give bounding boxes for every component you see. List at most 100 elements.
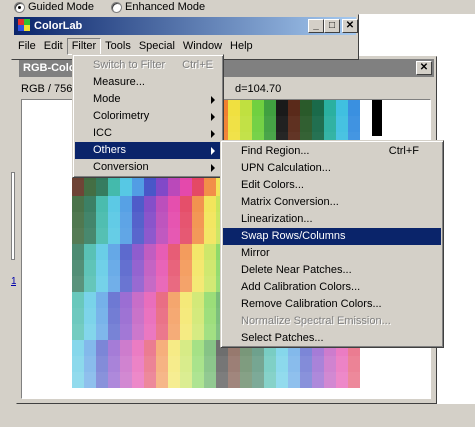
color-patch[interactable] xyxy=(216,372,228,388)
color-patch[interactable] xyxy=(300,356,312,372)
color-patch[interactable] xyxy=(324,100,336,116)
color-patch[interactable] xyxy=(192,356,204,372)
color-patch[interactable] xyxy=(156,228,168,244)
color-patch[interactable] xyxy=(132,372,144,388)
color-patch[interactable] xyxy=(108,228,120,244)
color-patch[interactable] xyxy=(132,324,144,340)
color-patch[interactable] xyxy=(288,356,300,372)
color-patch[interactable] xyxy=(72,292,84,308)
color-patch[interactable] xyxy=(144,212,156,228)
enhanced-mode-radio[interactable]: Enhanced Mode xyxy=(111,0,205,14)
color-patch[interactable] xyxy=(252,116,264,132)
color-patch[interactable] xyxy=(204,260,216,276)
color-patch[interactable] xyxy=(252,372,264,388)
color-patch[interactable] xyxy=(84,356,96,372)
color-patch[interactable] xyxy=(96,212,108,228)
color-patch[interactable] xyxy=(348,100,360,116)
color-patch[interactable] xyxy=(168,308,180,324)
guided-mode-radio[interactable]: Guided Mode xyxy=(14,0,94,14)
menu-item-linearization[interactable]: Linearization... xyxy=(223,211,441,228)
menu-item-delete-near-patches[interactable]: Delete Near Patches... xyxy=(223,262,441,279)
color-patch[interactable] xyxy=(108,292,120,308)
color-patch[interactable] xyxy=(120,212,132,228)
color-patch[interactable] xyxy=(84,372,96,388)
menu-window[interactable]: Window xyxy=(179,38,226,55)
color-patch[interactable] xyxy=(96,180,108,196)
color-patch[interactable] xyxy=(180,340,192,356)
color-patch[interactable] xyxy=(348,356,360,372)
color-patch[interactable] xyxy=(192,324,204,340)
color-patch[interactable] xyxy=(120,196,132,212)
color-patch[interactable] xyxy=(108,196,120,212)
color-patch[interactable] xyxy=(156,244,168,260)
color-patch[interactable] xyxy=(144,340,156,356)
color-patch[interactable] xyxy=(180,276,192,292)
menu-item-switch-to-filter[interactable]: Switch to Filter Ctrl+E xyxy=(75,57,221,74)
color-patch[interactable] xyxy=(252,100,264,116)
color-patch[interactable] xyxy=(96,228,108,244)
color-patch[interactable] xyxy=(264,372,276,388)
color-patch[interactable] xyxy=(192,276,204,292)
color-patch[interactable] xyxy=(132,228,144,244)
color-patch[interactable] xyxy=(204,340,216,356)
color-patch[interactable] xyxy=(348,372,360,388)
color-patch[interactable] xyxy=(180,196,192,212)
color-patch[interactable] xyxy=(204,180,216,196)
color-patch[interactable] xyxy=(120,372,132,388)
color-patch[interactable] xyxy=(72,324,84,340)
color-patch[interactable] xyxy=(192,372,204,388)
color-patch[interactable] xyxy=(72,196,84,212)
color-patch[interactable] xyxy=(72,340,84,356)
color-patch[interactable] xyxy=(168,356,180,372)
color-patch[interactable] xyxy=(168,196,180,212)
color-patch[interactable] xyxy=(120,276,132,292)
color-patch[interactable] xyxy=(96,372,108,388)
color-patch[interactable] xyxy=(204,292,216,308)
menu-item-swap-rows-columns[interactable]: Swap Rows/Columns xyxy=(223,228,441,245)
color-patch[interactable] xyxy=(240,100,252,116)
color-patch[interactable] xyxy=(144,292,156,308)
color-patch[interactable] xyxy=(132,276,144,292)
color-patch[interactable] xyxy=(96,340,108,356)
color-patch[interactable] xyxy=(168,276,180,292)
color-patch[interactable] xyxy=(132,180,144,196)
color-patch[interactable] xyxy=(228,372,240,388)
color-patch[interactable] xyxy=(168,212,180,228)
color-patch[interactable] xyxy=(168,324,180,340)
color-patch[interactable] xyxy=(204,356,216,372)
black-patch[interactable] xyxy=(372,100,382,136)
color-patch[interactable] xyxy=(84,196,96,212)
color-patch[interactable] xyxy=(204,212,216,228)
color-patch[interactable] xyxy=(72,212,84,228)
color-patch[interactable] xyxy=(240,116,252,132)
color-patch[interactable] xyxy=(96,276,108,292)
menu-help[interactable]: Help xyxy=(226,38,257,55)
color-patch[interactable] xyxy=(180,212,192,228)
color-patch[interactable] xyxy=(120,324,132,340)
color-patch[interactable] xyxy=(264,116,276,132)
menu-item-upn-calculation[interactable]: UPN Calculation... xyxy=(223,160,441,177)
color-patch[interactable] xyxy=(120,244,132,260)
close-button[interactable]: ✕ xyxy=(342,19,358,33)
menu-item-icc[interactable]: ICC xyxy=(75,125,221,142)
color-patch[interactable] xyxy=(180,228,192,244)
color-patch[interactable] xyxy=(72,180,84,196)
menu-special[interactable]: Special xyxy=(135,38,179,55)
menu-item-mirror[interactable]: Mirror xyxy=(223,245,441,262)
color-patch[interactable] xyxy=(204,276,216,292)
color-patch[interactable] xyxy=(192,228,204,244)
color-patch[interactable] xyxy=(240,372,252,388)
color-patch[interactable] xyxy=(132,260,144,276)
color-patch[interactable] xyxy=(96,196,108,212)
color-patch[interactable] xyxy=(132,308,144,324)
color-patch[interactable] xyxy=(132,292,144,308)
color-patch[interactable] xyxy=(144,356,156,372)
color-patch[interactable] xyxy=(144,244,156,260)
color-patch[interactable] xyxy=(144,372,156,388)
color-patch[interactable] xyxy=(108,372,120,388)
color-patch[interactable] xyxy=(108,260,120,276)
color-patch[interactable] xyxy=(144,228,156,244)
color-patch[interactable] xyxy=(216,356,228,372)
child-close-button[interactable]: ✕ xyxy=(416,61,432,75)
color-patch[interactable] xyxy=(324,116,336,132)
